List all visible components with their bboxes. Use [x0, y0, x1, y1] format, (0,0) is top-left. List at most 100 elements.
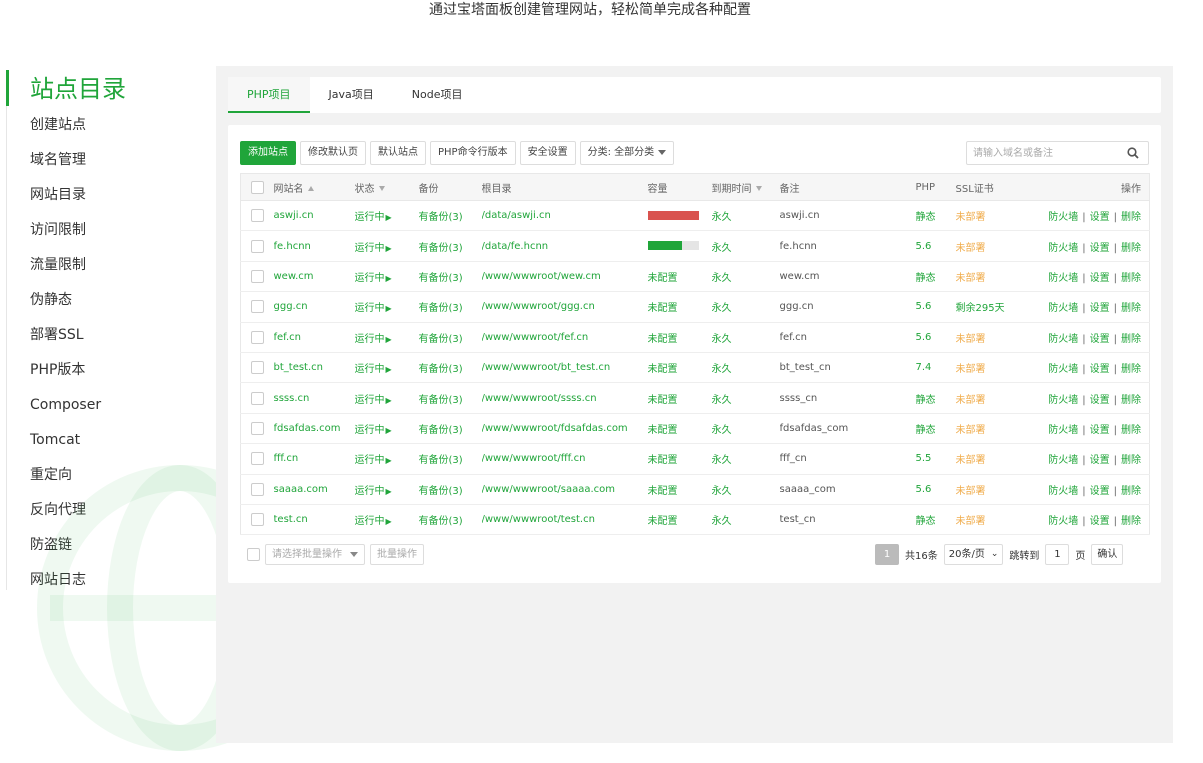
- root-dir-link[interactable]: /www/wwwroot/ssss.cn: [481, 382, 648, 414]
- expire-cell[interactable]: 永久: [711, 443, 780, 475]
- firewall-link[interactable]: 防火墙: [1048, 364, 1078, 375]
- sidebar-item[interactable]: 伪静态: [30, 283, 101, 318]
- php-version-cell[interactable]: 静态: [915, 382, 956, 414]
- root-dir-link[interactable]: /www/wwwroot/saaaa.com: [481, 474, 648, 505]
- row-checkbox[interactable]: [250, 421, 264, 435]
- sidebar-item[interactable]: 部署SSL: [30, 318, 101, 353]
- remark-cell[interactable]: wew.cm: [779, 261, 916, 293]
- site-name-link[interactable]: test.cn: [273, 504, 355, 536]
- expire-cell[interactable]: 永久: [711, 382, 780, 414]
- delete-link[interactable]: 删除: [1121, 364, 1141, 375]
- capacity-cell[interactable]: 未配置: [647, 291, 712, 323]
- site-name-link[interactable]: bt_test.cn: [273, 352, 355, 384]
- delete-link[interactable]: 删除: [1121, 516, 1141, 527]
- firewall-link[interactable]: 防火墙: [1048, 395, 1078, 406]
- col-header-expire[interactable]: 到期时间: [711, 173, 780, 201]
- settings-link[interactable]: 设置: [1090, 334, 1110, 345]
- sidebar-item[interactable]: 域名管理: [30, 143, 101, 178]
- backup-link[interactable]: 有备份(3): [418, 382, 482, 414]
- delete-link[interactable]: 删除: [1121, 455, 1141, 466]
- delete-link[interactable]: 删除: [1121, 395, 1141, 406]
- col-header-status[interactable]: 状态: [354, 173, 419, 201]
- php-version-cell[interactable]: 5.5: [915, 443, 956, 475]
- remark-cell[interactable]: ggg.cn: [779, 291, 916, 323]
- delete-link[interactable]: 删除: [1121, 273, 1141, 284]
- root-dir-link[interactable]: /www/wwwroot/fff.cn: [481, 443, 648, 475]
- ssl-status-cell[interactable]: 未部署: [955, 474, 1032, 505]
- backup-link[interactable]: 有备份(3): [418, 261, 482, 293]
- sidebar-item[interactable]: Tomcat: [30, 423, 101, 458]
- batch-action-button[interactable]: 批量操作: [370, 544, 424, 565]
- site-name-link[interactable]: fdsafdas.com: [273, 413, 355, 445]
- remark-cell[interactable]: bt_test_cn: [779, 352, 916, 384]
- status-cell[interactable]: 运行中▶: [354, 352, 419, 384]
- php-version-cell[interactable]: 5.6: [915, 230, 956, 262]
- ssl-status-cell[interactable]: 未部署: [955, 504, 1032, 536]
- site-name-link[interactable]: fff.cn: [273, 443, 355, 475]
- status-cell[interactable]: 运行中▶: [354, 382, 419, 414]
- expire-cell[interactable]: 永久: [711, 413, 780, 445]
- sidebar-item[interactable]: 访问限制: [30, 213, 101, 248]
- backup-link[interactable]: 有备份(3): [418, 200, 482, 232]
- root-dir-link[interactable]: /data/aswji.cn: [481, 200, 648, 232]
- firewall-link[interactable]: 防火墙: [1048, 455, 1078, 466]
- row-checkbox[interactable]: [250, 300, 264, 314]
- expire-cell[interactable]: 永久: [711, 352, 780, 384]
- sidebar-item[interactable]: 流量限制: [30, 248, 101, 283]
- php-version-cell[interactable]: 静态: [915, 200, 956, 232]
- php-version-cell[interactable]: 5.6: [915, 322, 956, 353]
- firewall-link[interactable]: 防火墙: [1048, 243, 1078, 254]
- expire-cell[interactable]: 永久: [711, 322, 780, 353]
- status-cell[interactable]: 运行中▶: [354, 261, 419, 293]
- category-dropdown[interactable]: 分类: 全部分类: [579, 141, 675, 165]
- add-site-button[interactable]: 添加站点: [240, 141, 296, 165]
- php-version-cell[interactable]: 7.4: [915, 352, 956, 384]
- site-name-link[interactable]: ssss.cn: [273, 382, 355, 414]
- site-name-link[interactable]: fef.cn: [273, 322, 355, 353]
- settings-link[interactable]: 设置: [1090, 455, 1110, 466]
- remark-cell[interactable]: fdsafdas_com: [779, 413, 916, 445]
- remark-cell[interactable]: fff_cn: [779, 443, 916, 475]
- php-version-cell[interactable]: 5.6: [915, 291, 956, 323]
- jump-confirm-button[interactable]: 确认: [1091, 544, 1124, 565]
- site-name-link[interactable]: wew.cm: [273, 261, 355, 293]
- settings-link[interactable]: 设置: [1090, 303, 1110, 314]
- sidebar-item[interactable]: 创建站点: [30, 108, 101, 143]
- row-checkbox[interactable]: [250, 391, 264, 405]
- delete-link[interactable]: 删除: [1121, 486, 1141, 497]
- backup-link[interactable]: 有备份(3): [418, 230, 482, 262]
- sidebar-item[interactable]: 网站目录: [30, 178, 101, 213]
- capacity-cell[interactable]: 未配置: [647, 443, 712, 475]
- backup-link[interactable]: 有备份(3): [418, 352, 482, 384]
- expire-cell[interactable]: 永久: [711, 200, 780, 232]
- default-site-button[interactable]: 默认站点: [370, 141, 426, 165]
- root-dir-link[interactable]: /www/wwwroot/ggg.cn: [481, 291, 648, 323]
- root-dir-link[interactable]: /data/fe.hcnn: [481, 230, 648, 262]
- status-cell[interactable]: 运行中▶: [354, 200, 419, 232]
- jump-page-input[interactable]: 1: [1045, 544, 1070, 565]
- firewall-link[interactable]: 防火墙: [1048, 273, 1078, 284]
- backup-link[interactable]: 有备份(3): [418, 504, 482, 536]
- status-cell[interactable]: 运行中▶: [354, 322, 419, 353]
- firewall-link[interactable]: 防火墙: [1048, 516, 1078, 527]
- footer-select-all-checkbox[interactable]: [247, 548, 260, 561]
- firewall-link[interactable]: 防火墙: [1048, 334, 1078, 345]
- per-page-select[interactable]: 20条/页 ⌄: [943, 544, 1004, 565]
- settings-link[interactable]: 设置: [1090, 273, 1110, 284]
- backup-link[interactable]: 有备份(3): [418, 474, 482, 505]
- php-version-cell[interactable]: 5.6: [915, 474, 956, 505]
- firewall-link[interactable]: 防火墙: [1048, 425, 1078, 436]
- capacity-cell[interactable]: 未配置: [647, 504, 712, 536]
- capacity-cell[interactable]: 未配置: [647, 413, 712, 445]
- ssl-status-cell[interactable]: 未部署: [955, 230, 1032, 262]
- backup-link[interactable]: 有备份(3): [418, 413, 482, 445]
- settings-link[interactable]: 设置: [1090, 425, 1110, 436]
- row-checkbox[interactable]: [250, 330, 264, 344]
- firewall-link[interactable]: 防火墙: [1048, 303, 1078, 314]
- sidebar-item[interactable]: Composer: [30, 388, 101, 423]
- root-dir-link[interactable]: /www/wwwroot/test.cn: [481, 504, 648, 536]
- security-settings-button[interactable]: 安全设置: [519, 141, 576, 165]
- firewall-link[interactable]: 防火墙: [1048, 212, 1078, 223]
- tab-java[interactable]: Java项目: [310, 77, 393, 113]
- capacity-cell[interactable]: 未配置: [647, 474, 712, 505]
